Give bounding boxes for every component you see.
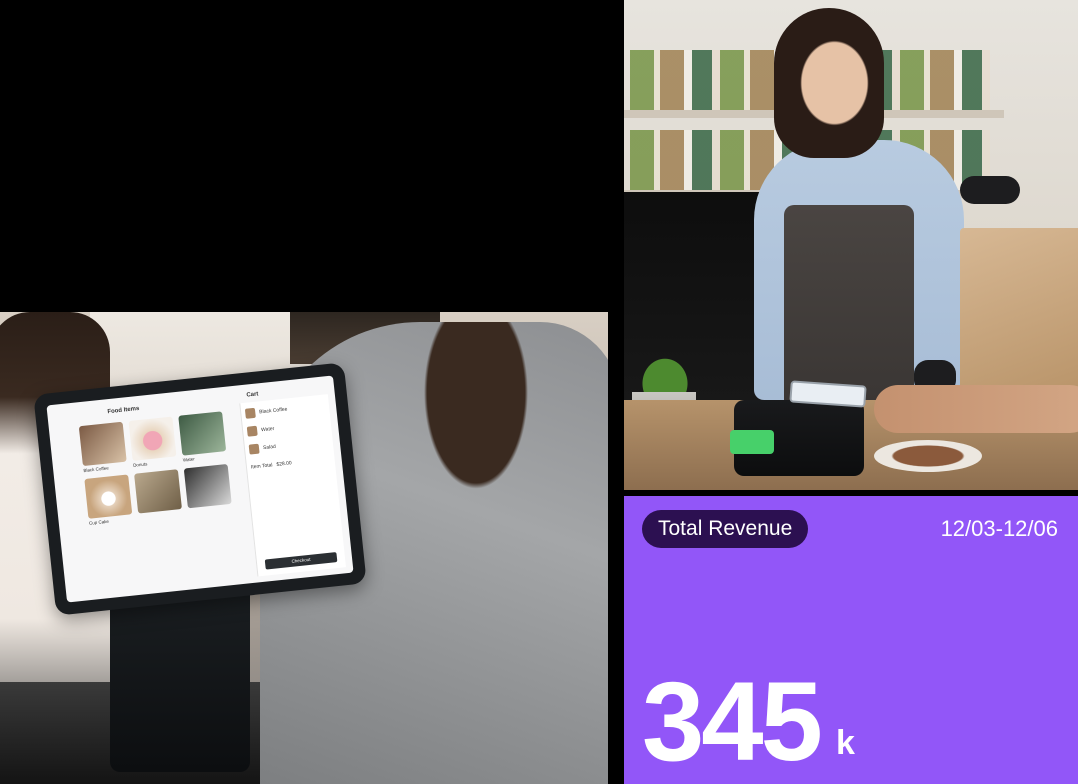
cashier-photo	[624, 0, 1078, 490]
gloved-hand	[960, 176, 1020, 204]
date-range: 12/03-12/06	[940, 516, 1058, 541]
pos-item-card: Donuts	[128, 416, 178, 468]
cart-total-label: Item Total	[250, 462, 273, 471]
staff-hand	[0, 0, 49, 4]
pos-item-grid: Black Coffee Donuts Water Cup Cake	[78, 411, 239, 526]
customer-arm	[874, 385, 1078, 433]
pos-tablet: Food Items Cart Black Coffee Donuts Wate…	[33, 362, 367, 616]
cart-row-label: Salad	[262, 443, 277, 452]
revenue-card: Total Revenue 12/03-12/06 345 k	[624, 496, 1078, 784]
pos-tablet-screen: Food Items Cart Black Coffee Donuts Wate…	[46, 375, 354, 603]
pos-item-card	[134, 469, 183, 520]
cup-cake-image	[84, 474, 133, 519]
pos-item-card	[183, 463, 233, 515]
cart-total-value: $28.00	[276, 460, 293, 468]
cart-thumb	[248, 443, 260, 455]
total-revenue-badge: Total Revenue	[642, 510, 809, 548]
terminal-light	[730, 430, 774, 454]
water-image	[178, 411, 227, 456]
revenue-value: 345	[642, 659, 823, 784]
cashier-apron	[784, 205, 914, 405]
cart-thumb	[246, 425, 258, 437]
cart-thumb	[244, 407, 256, 419]
pos-cart-title: Cart	[246, 391, 259, 399]
food-image	[183, 463, 232, 509]
cashier-head	[774, 8, 884, 158]
pos-item-card: Water	[178, 411, 227, 463]
pos-item-card: Cup Cake	[84, 474, 133, 526]
pos-cart-panel: Black Coffee Water Salad Item Total $28.0…	[239, 394, 346, 577]
checkout-button: Checkout	[264, 552, 338, 570]
food-image	[134, 469, 182, 514]
cart-row-label: Black Coffee	[259, 406, 288, 416]
revenue-unit: k	[836, 724, 855, 762]
donut-image	[128, 416, 177, 461]
black-coffee-image	[78, 421, 127, 467]
cart-total-row: Item Total $28.00	[250, 452, 331, 474]
pastry-plate	[874, 440, 982, 472]
pos-item-card: Black Coffee	[78, 421, 128, 473]
paper-bag	[960, 228, 1078, 400]
cart-row-label: Water	[260, 425, 275, 434]
pos-screen-header: Food Items	[107, 405, 140, 416]
